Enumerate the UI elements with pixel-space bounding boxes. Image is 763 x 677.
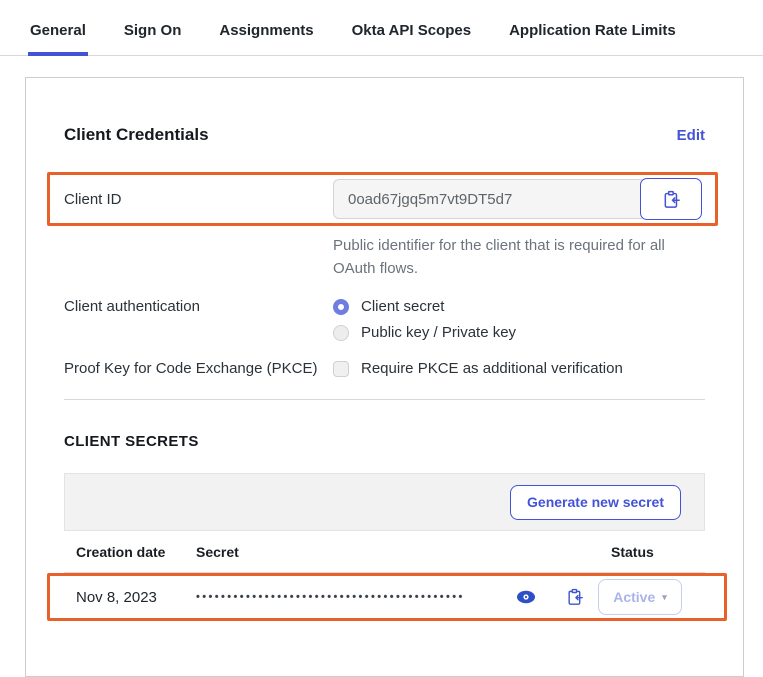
radio-public-private-key-label: Public key / Private key	[361, 324, 516, 341]
column-secret: Secret	[196, 544, 611, 560]
client-credentials-title: Client Credentials	[64, 125, 209, 145]
secret-row-highlight-box: Nov 8, 2023 ••••••••••••••••••••••••••••…	[47, 573, 727, 621]
table-header-row: Creation date Secret Status	[64, 531, 705, 573]
clipboard-icon	[566, 588, 584, 606]
reveal-secret-button[interactable]	[516, 590, 536, 604]
table-toolbar: Generate new secret	[64, 473, 705, 531]
radio-selected-icon	[333, 299, 349, 315]
status-dropdown-button[interactable]: Active ▾	[598, 579, 682, 615]
column-creation-date: Creation date	[76, 544, 196, 560]
radio-public-private-key[interactable]: Public key / Private key	[333, 324, 516, 341]
tab-general[interactable]: General	[28, 22, 88, 56]
pkce-checkbox-label: Require PKCE as additional verification	[361, 360, 623, 377]
client-id-label: Client ID	[64, 191, 333, 208]
tab-sign-on[interactable]: Sign On	[122, 22, 184, 56]
checkbox-unchecked-icon	[333, 361, 349, 377]
masked-secret-value: ••••••••••••••••••••••••••••••••••••••••…	[196, 591, 514, 603]
client-authentication-label: Client authentication	[64, 298, 333, 341]
pkce-label: Proof Key for Code Exchange (PKCE)	[64, 360, 333, 377]
tab-okta-api-scopes[interactable]: Okta API Scopes	[350, 22, 474, 56]
status-label: Active	[613, 589, 655, 605]
client-secrets-title: CLIENT SECRETS	[64, 433, 705, 450]
edit-link[interactable]: Edit	[677, 127, 705, 144]
chevron-down-icon: ▾	[662, 592, 667, 603]
tab-assignments[interactable]: Assignments	[217, 22, 315, 56]
copy-client-id-button[interactable]	[640, 178, 702, 220]
client-id-help-text: Public identifier for the client that is…	[333, 235, 669, 280]
radio-client-secret[interactable]: Client secret	[333, 298, 516, 315]
eye-icon	[516, 590, 536, 604]
radio-unselected-icon	[333, 325, 349, 341]
app-tab-bar: General Sign On Assignments Okta API Sco…	[0, 0, 763, 56]
secret-creation-date: Nov 8, 2023	[76, 589, 196, 606]
secret-cell: ••••••••••••••••••••••••••••••••••••••••…	[196, 588, 598, 606]
column-status: Status	[611, 544, 693, 560]
clipboard-icon	[662, 190, 681, 209]
client-secrets-table: Generate new secret Creation date Secret…	[64, 473, 705, 621]
radio-client-secret-label: Client secret	[361, 298, 444, 315]
generate-new-secret-button[interactable]: Generate new secret	[510, 485, 681, 520]
copy-secret-button[interactable]	[566, 588, 584, 606]
client-id-highlight-box: Client ID	[47, 172, 718, 226]
tab-application-rate-limits[interactable]: Application Rate Limits	[507, 22, 678, 56]
section-divider	[64, 399, 705, 400]
general-settings-card: Client Credentials Edit Client ID Public…	[25, 77, 744, 677]
pkce-checkbox-row[interactable]: Require PKCE as additional verification	[333, 360, 623, 377]
client-id-input[interactable]	[333, 179, 646, 219]
